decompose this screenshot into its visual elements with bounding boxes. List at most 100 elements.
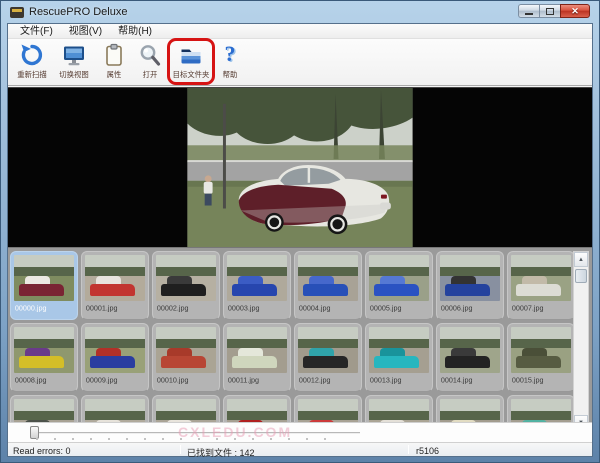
- thumbnail-photo: [227, 399, 287, 422]
- thumbnail-filename: 00003.jpg: [227, 302, 281, 313]
- thumbnail-photo: [14, 255, 74, 301]
- thumbnail-car: [516, 356, 562, 368]
- thumbnail-photo: [156, 327, 216, 373]
- thumbnail-cell[interactable]: 00006.jpg: [436, 251, 504, 320]
- thumbnail-cell[interactable]: 00003.jpg: [223, 251, 291, 320]
- thumbnail-cell[interactable]: 00014.jpg: [436, 323, 504, 392]
- thumbnail-car: [90, 284, 136, 296]
- minimize-button[interactable]: [518, 4, 539, 18]
- thumbnail-cell[interactable]: 00010.jpg: [152, 323, 220, 392]
- thumbnail-car: [161, 284, 207, 296]
- window-title: RescuePRO Deluxe: [29, 6, 127, 18]
- help-button[interactable]: ? ? 帮助: [214, 39, 246, 86]
- title-bar[interactable]: RescuePRO Deluxe ✕: [1, 1, 599, 23]
- thumbnail-photo: [369, 399, 429, 422]
- thumbnail-filename: 00004.jpg: [298, 302, 352, 313]
- thumbnail-cell[interactable]: 00007.jpg: [507, 251, 575, 320]
- minimize-icon: [525, 13, 533, 15]
- thumbnail-filename: 00010.jpg: [156, 374, 210, 385]
- thumbnail-photo: [440, 399, 500, 422]
- thumbnail-car: [303, 356, 349, 368]
- vertical-scrollbar[interactable]: ▲ ▼: [573, 251, 589, 422]
- thumbnail-cell[interactable]: 00001.jpg: [81, 251, 149, 320]
- thumbnail-filename: 00013.jpg: [369, 374, 423, 385]
- found-files-text: 已找到文件 : 142: [187, 446, 255, 459]
- thumbnail-cell[interactable]: 00002.jpg: [152, 251, 220, 320]
- thumbnail-cell[interactable]: 00004.jpg: [294, 251, 362, 320]
- thumbnail-filename: 00002.jpg: [156, 302, 210, 313]
- revision-text: r5106: [416, 446, 439, 456]
- menu-view[interactable]: 视图(V): [61, 24, 110, 39]
- thumbnail-photo: [511, 327, 571, 373]
- properties-button[interactable]: 属性: [96, 39, 132, 86]
- thumbnail-cell[interactable]: 00015.jpg: [507, 323, 575, 392]
- preview-pane[interactable]: [8, 87, 592, 247]
- thumbnail-cell[interactable]: 00013.jpg: [365, 323, 433, 392]
- thumbnail-photo: [298, 399, 358, 422]
- thumbnail-car: [232, 284, 278, 296]
- thumbnail-cell[interactable]: [365, 395, 433, 422]
- thumbnail-photo: [440, 327, 500, 373]
- thumbnail-car: [516, 284, 562, 296]
- thumbnail-car: [445, 284, 491, 296]
- thumbnail-photo: [85, 399, 145, 422]
- scroll-up-button[interactable]: ▲: [574, 252, 588, 267]
- thumbnail-cell[interactable]: [507, 395, 575, 422]
- menu-help[interactable]: 帮助(H): [110, 24, 160, 39]
- thumbnail-filename: 00000.jpg: [14, 302, 68, 313]
- rescan-icon: [19, 42, 45, 68]
- thumbnail-photo: [156, 255, 216, 301]
- destination-folder-button[interactable]: 目标文件夹: [168, 39, 214, 86]
- thumbnail-filename: 00001.jpg: [85, 302, 139, 313]
- scroll-down-button[interactable]: ▼: [574, 415, 588, 422]
- open-label: 打开: [143, 69, 158, 79]
- destination-folder-icon: [178, 42, 204, 68]
- thumbnail-cell[interactable]: 00009.jpg: [81, 323, 149, 392]
- thumbnail-grid: 00000.jpg 00001.jpg 00002.jpg 00003.jpg 0000…: [10, 251, 576, 422]
- rescan-label: 重新扫描: [17, 69, 46, 79]
- properties-label: 属性: [107, 69, 122, 79]
- thumbnail-filename: 00014.jpg: [440, 374, 494, 385]
- read-errors-text: Read errors: 0: [13, 446, 71, 456]
- thumbnail-car: [445, 356, 491, 368]
- scrollbar-thumb[interactable]: [575, 269, 587, 283]
- switch-view-button[interactable]: 切换视图: [52, 39, 96, 86]
- thumbnail-photo: [511, 255, 571, 301]
- destination-folder-label: 目标文件夹: [173, 69, 210, 79]
- app-icon: [10, 7, 24, 18]
- toolbar: 重新扫描 切换视图: [8, 39, 592, 86]
- thumbnail-photo: [369, 255, 429, 301]
- thumbnail-cell[interactable]: [152, 395, 220, 422]
- menu-file[interactable]: 文件(F): [12, 24, 61, 39]
- thumbnail-cell[interactable]: [81, 395, 149, 422]
- thumbnail-cell[interactable]: 00005.jpg: [365, 251, 433, 320]
- status-bar: Read errors: 0 已找到文件 : 142 r5106: [8, 442, 592, 456]
- thumbnail-cell[interactable]: [223, 395, 291, 422]
- thumbnail-photo: [227, 255, 287, 301]
- switch-view-icon: [61, 42, 87, 68]
- thumbnail-photo: [298, 327, 358, 373]
- thumbnail-car: [232, 356, 278, 368]
- thumbnail-car: [374, 356, 420, 368]
- thumbnail-cell[interactable]: 00011.jpg: [223, 323, 291, 392]
- preview-photo: [186, 88, 414, 247]
- slider-track[interactable]: [38, 432, 360, 434]
- thumbnail-cell[interactable]: [436, 395, 504, 422]
- thumbnail-photo: [85, 327, 145, 373]
- maximize-button[interactable]: [539, 4, 560, 18]
- open-icon: [137, 42, 163, 68]
- rescan-button[interactable]: 重新扫描: [12, 39, 52, 86]
- open-button[interactable]: 打开: [132, 39, 168, 86]
- thumbnail-cell[interactable]: [294, 395, 362, 422]
- thumbnail-cell[interactable]: 00000.jpg: [10, 251, 78, 320]
- menu-bar: 文件(F) 视图(V) 帮助(H): [8, 24, 592, 39]
- status-separator: [408, 445, 409, 454]
- thumbnail-panel: 00000.jpg 00001.jpg 00002.jpg 00003.jpg 0000…: [8, 247, 592, 422]
- thumbnail-cell[interactable]: [10, 395, 78, 422]
- close-button[interactable]: ✕: [560, 4, 590, 18]
- thumbnail-filename: 00015.jpg: [511, 374, 565, 385]
- help-label: 帮助: [223, 69, 238, 79]
- thumbnail-cell[interactable]: 00008.jpg: [10, 323, 78, 392]
- thumbnail-cell[interactable]: 00012.jpg: [294, 323, 362, 392]
- switch-view-label: 切换视图: [59, 69, 88, 79]
